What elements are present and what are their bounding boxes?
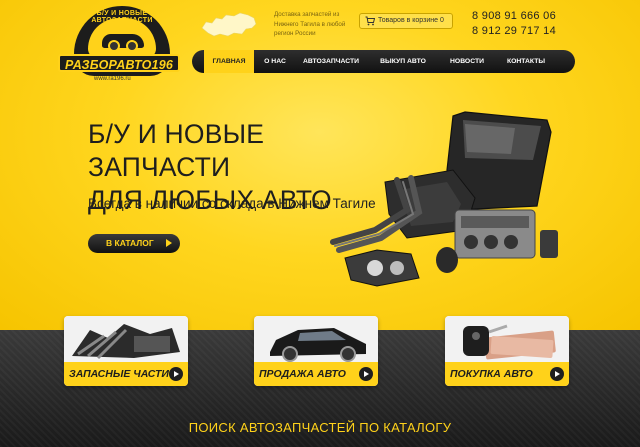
card-car-purchase-label: ПОКУПКА АВТО bbox=[445, 362, 569, 386]
main-nav: ГЛАВНАЯ О НАС АВТОЗАПЧАСТИ ВЫКУП АВТО НО… bbox=[192, 50, 575, 73]
logo-name: РАЗБОРАВТО196 bbox=[58, 54, 180, 72]
arrow-right-icon bbox=[166, 239, 172, 247]
delivery-info: Доставка запчастей из Нижнего Тагила в л… bbox=[274, 11, 346, 37]
nav-item-news[interactable]: НОВОСТИ bbox=[440, 50, 494, 73]
nav-item-home[interactable]: ГЛАВНАЯ bbox=[204, 50, 254, 73]
russia-map-icon bbox=[201, 12, 257, 37]
nav-item-autoparts[interactable]: АВТОЗАПЧАСТИ bbox=[296, 50, 366, 73]
card-spare-parts-text: ЗАПАСНЫЕ ЧАСТИ bbox=[69, 368, 169, 380]
card-car-sale[interactable]: ПРОДАЖА АВТО bbox=[254, 316, 378, 386]
car-icon bbox=[102, 34, 144, 52]
site-logo[interactable]: Б/У И НОВЫЕ АВТОЗАПЧАСТИ РАЗБОРАВТО196 w… bbox=[58, 4, 188, 94]
card-car-purchase-text: ПОКУПКА АВТО bbox=[450, 368, 533, 380]
card-car-purchase[interactable]: ПОКУПКА АВТО bbox=[445, 316, 569, 386]
phone-number-2[interactable]: 8 912 29 717 14 bbox=[472, 25, 556, 37]
card-spare-parts[interactable]: ЗАПАСНЫЕ ЧАСТИ bbox=[64, 316, 188, 386]
arrow-right-icon bbox=[169, 367, 183, 381]
hero-title-line1: Б/У И НОВЫЕ ЗАПЧАСТИ bbox=[88, 119, 265, 182]
car-parts-illustration bbox=[330, 111, 558, 287]
logo-url: www.ra196.ru bbox=[94, 76, 131, 82]
nav-item-about[interactable]: О НАС bbox=[254, 50, 296, 73]
arrow-right-icon bbox=[550, 367, 564, 381]
car-image bbox=[254, 316, 378, 364]
nav-item-car-buyout[interactable]: ВЫКУП АВТО bbox=[366, 50, 440, 73]
nav-item-contacts[interactable]: КОНТАКТЫ bbox=[494, 50, 558, 73]
card-car-sale-label: ПРОДАЖА АВТО bbox=[254, 362, 378, 386]
card-spare-parts-label: ЗАПАСНЫЕ ЧАСТИ bbox=[64, 362, 188, 386]
arrow-right-icon bbox=[359, 367, 373, 381]
catalog-button[interactable]: В КАТАЛОГ bbox=[88, 234, 180, 253]
cart-label: Товаров в корзине 0 bbox=[378, 17, 444, 24]
cart-button[interactable]: Товаров в корзине 0 bbox=[359, 13, 453, 29]
cart-icon bbox=[365, 16, 375, 26]
phone-number-1[interactable]: 8 908 91 666 06 bbox=[472, 10, 556, 22]
catalog-search-heading: ПОИСК АВТОЗАПЧАСТЕЙ ПО КАТАЛОГУ bbox=[188, 420, 452, 435]
logo-tagline: Б/У И НОВЫЕ АВТОЗАПЧАСТИ bbox=[91, 10, 153, 24]
catalog-button-label: В КАТАЛОГ bbox=[106, 238, 154, 248]
card-car-sale-text: ПРОДАЖА АВТО bbox=[259, 368, 346, 380]
engine-parts-image bbox=[64, 316, 188, 364]
keys-and-money-image bbox=[445, 316, 569, 364]
